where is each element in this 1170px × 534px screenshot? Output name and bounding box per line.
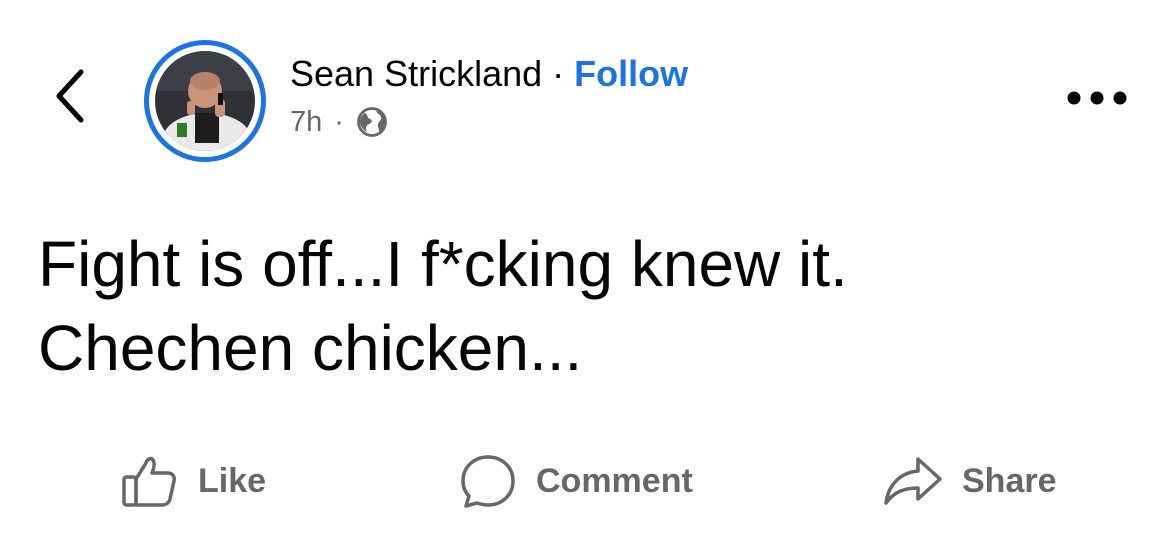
- comment-bubble-icon: [458, 451, 518, 511]
- share-label: Share: [962, 461, 1057, 500]
- author-row: Sean Strickland · Follow: [290, 52, 688, 96]
- post-text-line: Fight is off...I f*cking knew it.: [38, 228, 848, 300]
- post-timestamp[interactable]: 7h: [290, 106, 322, 139]
- post-actions-bar: Like Comment Share: [0, 448, 1170, 514]
- post-text-line: Chechen chicken...: [38, 312, 583, 384]
- comment-label: Comment: [536, 461, 693, 500]
- name-separator: ·: [552, 53, 565, 94]
- like-button[interactable]: Like: [120, 448, 266, 514]
- share-arrow-icon: [882, 451, 944, 511]
- share-button[interactable]: Share: [882, 448, 1057, 514]
- thumbs-up-icon: [120, 451, 180, 511]
- post-meta: 7h ·: [290, 104, 388, 140]
- avatar-photo: [155, 51, 255, 151]
- like-label: Like: [198, 461, 267, 500]
- more-horizontal-icon: [1067, 91, 1127, 105]
- author-avatar[interactable]: [144, 40, 266, 162]
- back-button[interactable]: [48, 66, 92, 126]
- more-options-button[interactable]: [1062, 80, 1132, 116]
- chevron-left-icon: [56, 69, 84, 123]
- post-body: Fight is off...I f*cking knew it. Cheche…: [38, 222, 1138, 390]
- follow-button[interactable]: Follow: [574, 53, 688, 95]
- globe-icon: [356, 106, 388, 138]
- meta-separator: ·: [334, 105, 344, 138]
- comment-button[interactable]: Comment: [458, 448, 693, 514]
- author-name[interactable]: Sean Strickland: [290, 53, 542, 95]
